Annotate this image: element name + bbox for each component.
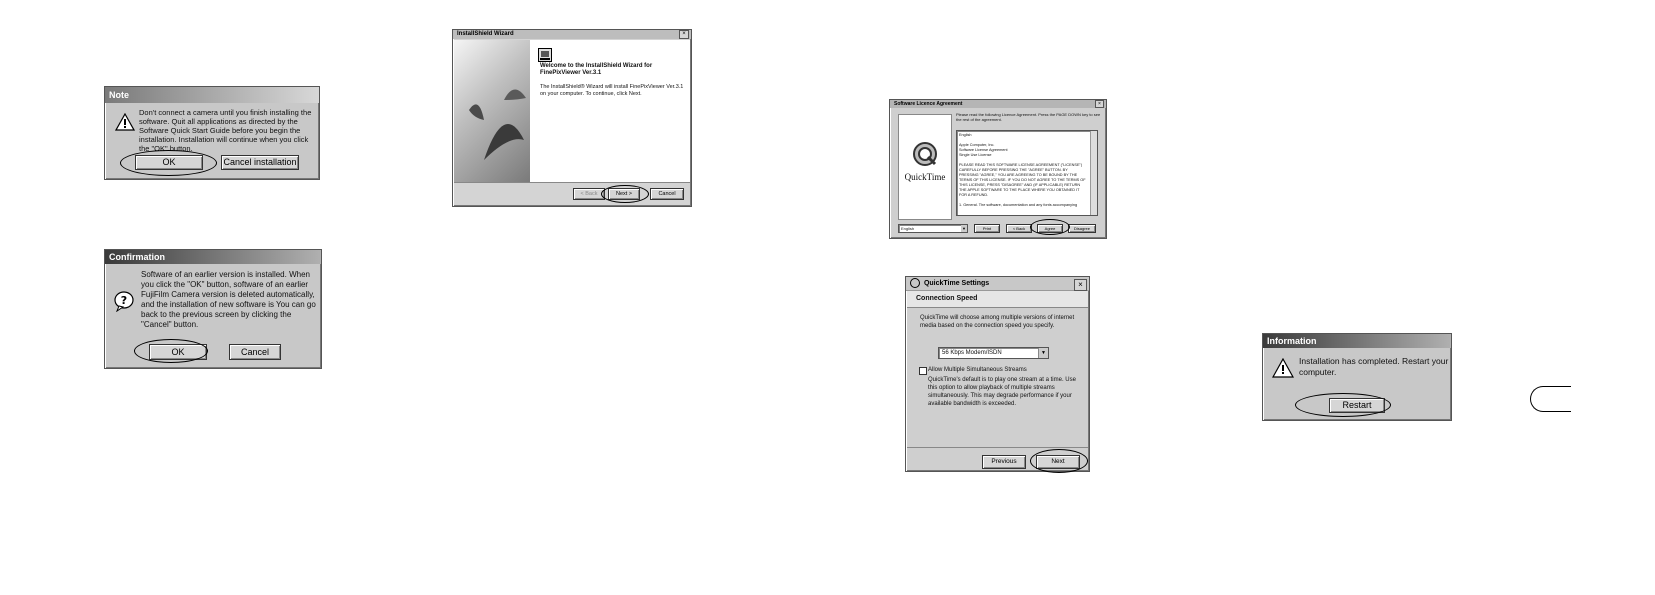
streams-checkbox-label: Allow Multiple Simultaneous Streams [928,367,1027,373]
license-instruction: Please read the following Licence Agreem… [956,112,1101,122]
qt-title: QuickTime Settings [923,280,990,287]
qt-section-header: Connection Speed [907,291,1088,308]
language-value: English [901,226,915,231]
qt-divider [907,447,1088,448]
cancel-installation-button[interactable]: Cancel installation [221,155,299,170]
quicktime-logo-text: QuickTime [904,172,946,182]
ok-button[interactable]: OK [135,155,203,170]
close-icon[interactable]: × [679,30,689,39]
information-dialog: Information Installation has completed. … [1262,333,1452,421]
wizard-artwork [469,89,526,160]
qt-explanation: QuickTime's default is to play one strea… [928,377,1076,407]
restart-button[interactable]: Restart [1329,398,1385,413]
information-titlebar: Information [1263,334,1451,348]
ok-button[interactable]: OK [149,344,207,360]
cancel-button[interactable]: Cancel [229,344,281,360]
close-icon[interactable]: × [1074,279,1087,291]
qt-intro: QuickTime will choose among multiple ver… [920,315,1075,329]
chevron-down-icon: ▼ [961,225,967,232]
installshield-wizard: InstallShield Wizard × Welcome to the In… [452,29,692,207]
qt-titlebar: QuickTime Settings × [906,277,1089,291]
previous-button[interactable]: Previous [982,455,1026,469]
qt-section-title: Connection Speed [916,295,978,302]
cancel-button[interactable]: Cancel [650,188,684,200]
next-button[interactable]: Next [1036,455,1080,469]
quicktime-logo-panel: QuickTime [898,114,952,220]
quicktime-logo-icon [913,142,937,166]
wizard-title: InstallShield Wizard [457,31,514,37]
language-select[interactable]: English ▼ [898,224,968,233]
agree-button[interactable]: Agree [1037,224,1063,233]
next-button[interactable]: Next > [608,188,640,200]
close-icon[interactable]: × [1095,100,1104,108]
chevron-down-icon: ▼ [1038,348,1048,358]
connection-speed-select[interactable]: 56 Kbps Modem/ISDN ▼ [938,347,1049,359]
print-button[interactable]: Print [974,224,1000,233]
agreement-text: English Apple Computer, Inc. Software Li… [959,133,1086,207]
wizard-banner [454,40,530,182]
note-dialog: Note Don't connect a camera until you fi… [104,86,320,180]
back-button[interactable]: < Back [573,188,605,200]
warning-icon [115,113,135,131]
confirmation-titlebar: Confirmation [105,250,321,264]
page-tab-marker [1530,386,1571,412]
confirmation-title: Confirmation [109,252,165,262]
wizard-divider [454,182,690,183]
computer-icon [538,48,552,62]
wizard-heading: Welcome to the InstallShield Wizard for … [540,63,653,76]
disagree-button[interactable]: Disagree [1068,224,1096,233]
quicktime-settings-dialog: QuickTime Settings × Connection Speed Qu… [905,276,1090,472]
qt-app-icon [910,278,920,289]
wizard-titlebar: InstallShield Wizard × [453,30,691,39]
wizard-body: The InstallShield® Wizard will install F… [540,84,684,97]
information-title: Information [1267,336,1317,346]
agreement-scrollbar[interactable] [1090,131,1097,215]
license-title: Software Licence Agreement [894,101,963,107]
wizard-content: Welcome to the InstallShield Wizard for … [530,40,690,182]
agreement-textbox[interactable]: English Apple Computer, Inc. Software Li… [956,130,1098,216]
note-message: Don't connect a camera until you finish … [139,108,312,153]
information-message: Installation has completed. Restart your… [1299,356,1449,377]
license-titlebar: Software Licence Agreement × [890,100,1106,108]
svg-text:?: ? [121,294,127,307]
streams-checkbox[interactable] [919,367,927,375]
confirmation-dialog: Confirmation ? Software of an earlier ve… [104,249,322,369]
note-title: Note [109,90,129,100]
question-icon: ? [114,291,134,312]
note-titlebar: Note [105,87,319,103]
license-dialog: Software Licence Agreement × QuickTime P… [889,99,1107,239]
back-button[interactable]: < Back [1006,224,1032,233]
confirmation-message: Software of an earlier version is instal… [141,270,316,329]
warning-icon [1272,358,1294,378]
connection-speed-value: 56 Kbps Modem/ISDN [942,350,1002,356]
